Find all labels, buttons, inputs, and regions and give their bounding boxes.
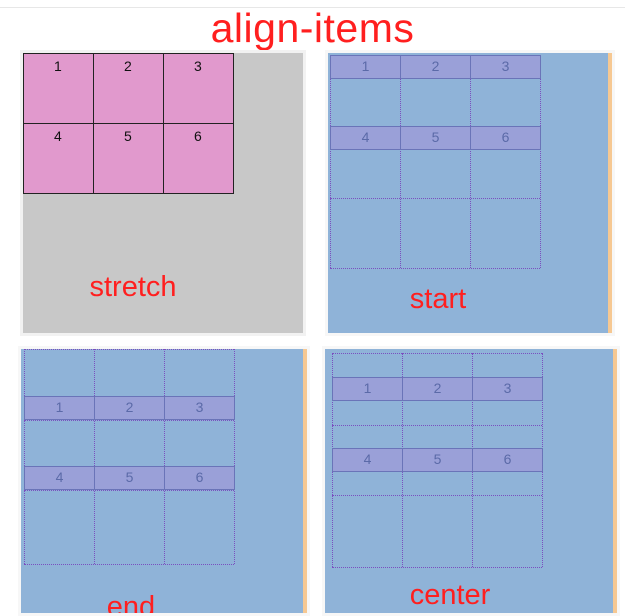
- start-label: start: [409, 283, 467, 315]
- grid-track-line: [332, 425, 542, 426]
- center-label: center: [409, 579, 491, 611]
- grid-item-6: 6: [472, 448, 543, 472]
- grid-item-3: 3: [163, 53, 234, 124]
- grid-item-6: 6: [163, 123, 234, 194]
- grid-track-line: [164, 349, 165, 564]
- grid-track-line: [470, 55, 471, 268]
- grid-item-5: 5: [402, 448, 473, 472]
- grid-track-line: [330, 55, 331, 268]
- grid-item-4: 4: [24, 466, 95, 490]
- grid-item-1: 1: [23, 53, 94, 124]
- grid-track-line: [24, 490, 234, 491]
- grid-item-1: 1: [332, 377, 403, 401]
- page-title: align-items: [210, 5, 415, 51]
- end-label: end: [106, 591, 156, 616]
- grid-track-line: [540, 55, 541, 268]
- grid-item-2: 2: [93, 53, 164, 124]
- grid-item-4: 4: [332, 448, 403, 472]
- grid-track-line: [332, 353, 542, 354]
- grid-item-5: 5: [93, 123, 164, 194]
- grid-track-line: [24, 564, 234, 565]
- grid-item-1: 1: [24, 396, 95, 420]
- grid-track-line: [24, 420, 234, 421]
- grid-item-3: 3: [164, 396, 235, 420]
- start-panel: 123 456 start: [325, 50, 615, 336]
- grid-item-4: 4: [23, 123, 94, 194]
- end-accent-bar: [303, 349, 307, 613]
- grid-track-line: [400, 55, 401, 268]
- grid-item-6: 6: [164, 466, 235, 490]
- grid-track-line: [332, 495, 542, 496]
- grid-track-line: [330, 268, 540, 269]
- grid-track-line: [94, 349, 95, 564]
- grid-track-line: [24, 349, 25, 564]
- center-accent-bar: [613, 349, 617, 613]
- grid-item-3: 3: [472, 377, 543, 401]
- center-panel: 123 456 center: [322, 346, 620, 616]
- stretch-label: stretch: [89, 271, 177, 303]
- start-accent-bar: [608, 53, 612, 333]
- grid-item-2: 2: [402, 377, 473, 401]
- grid-item-6: 6: [470, 126, 541, 150]
- end-panel: 123 456 end: [18, 346, 310, 616]
- grid-item-3: 3: [470, 55, 541, 79]
- grid-track-line: [24, 349, 234, 350]
- grid-track-line: [234, 349, 235, 564]
- stretch-panel: 123456 stretch: [20, 50, 306, 336]
- grid-item-2: 2: [94, 396, 165, 420]
- grid-item-5: 5: [400, 126, 471, 150]
- grid-item-4: 4: [330, 126, 401, 150]
- grid-track-line: [332, 567, 542, 568]
- grid-item-1: 1: [330, 55, 401, 79]
- grid-item-2: 2: [400, 55, 471, 79]
- grid-item-5: 5: [94, 466, 165, 490]
- grid-track-line: [330, 198, 540, 199]
